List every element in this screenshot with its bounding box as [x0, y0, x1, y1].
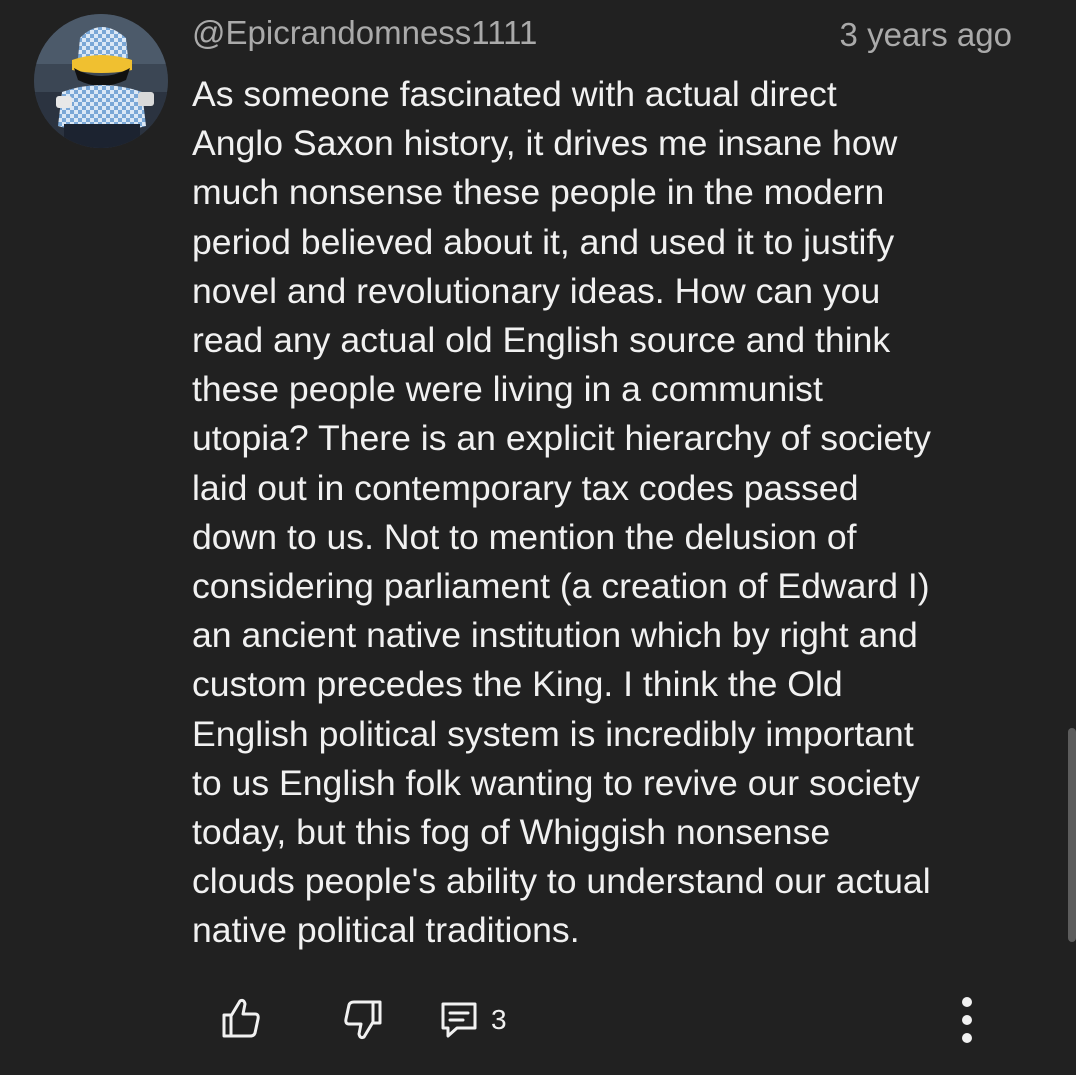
comment-text-line: down to us. Not to mention the delusion …	[192, 516, 857, 557]
scrollbar[interactable]	[1068, 728, 1076, 942]
comment-text-line: read any actual old English source and t…	[192, 320, 891, 361]
comment-text-line: custom precedes the King. I think the Ol…	[192, 664, 843, 705]
reply-count: 3	[491, 1004, 507, 1035]
comment-text: As someone fascinated with actual direct…	[192, 70, 1022, 956]
avatar-image	[34, 14, 168, 148]
comment-text-line: considering parliament (a creation of Ed…	[192, 566, 930, 607]
comment-text-line: English political system is incredibly i…	[192, 713, 914, 754]
comment-text-line: Anglo Saxon history, it drives me insane…	[192, 123, 898, 164]
comment-text-line: these people were living in a communist	[192, 369, 823, 410]
more-vertical-icon	[962, 997, 972, 1043]
comment-text-line: clouds people's ability to understand ou…	[192, 861, 931, 902]
thumb-up-icon	[222, 998, 260, 1038]
comment-icon	[441, 1002, 477, 1038]
comment-text-line: today, but this fog of Whiggish nonsense	[192, 812, 831, 853]
comment-text-line: to us English folk wanting to revive our…	[192, 762, 920, 803]
comment-text-line: novel and revolutionary ideas. How can y…	[192, 270, 881, 311]
comment-text-line: As someone fascinated with actual direct	[192, 74, 837, 114]
reply-button[interactable]: 3	[437, 998, 507, 1042]
comment-author[interactable]: @Epicrandomness1111	[192, 14, 537, 52]
avatar[interactable]	[34, 14, 168, 148]
comment-text-line: utopia? There is an explicit hierarchy o…	[192, 418, 931, 459]
comment-timestamp: 3 years ago	[839, 16, 1012, 53]
dislike-button[interactable]	[342, 998, 384, 1042]
comment-text-line: period believed about it, and used it to…	[192, 221, 895, 262]
like-button[interactable]	[220, 996, 262, 1040]
comment-text-line: an ancient native institution which by r…	[192, 615, 918, 656]
comment-text-line: laid out in contemporary tax codes passe…	[192, 467, 859, 508]
more-options-button[interactable]	[950, 993, 984, 1047]
comment-text-line: much nonsense these people in the modern	[192, 172, 885, 213]
comment-text-line: native political traditions.	[192, 910, 580, 951]
thumb-down-icon	[344, 1000, 382, 1040]
